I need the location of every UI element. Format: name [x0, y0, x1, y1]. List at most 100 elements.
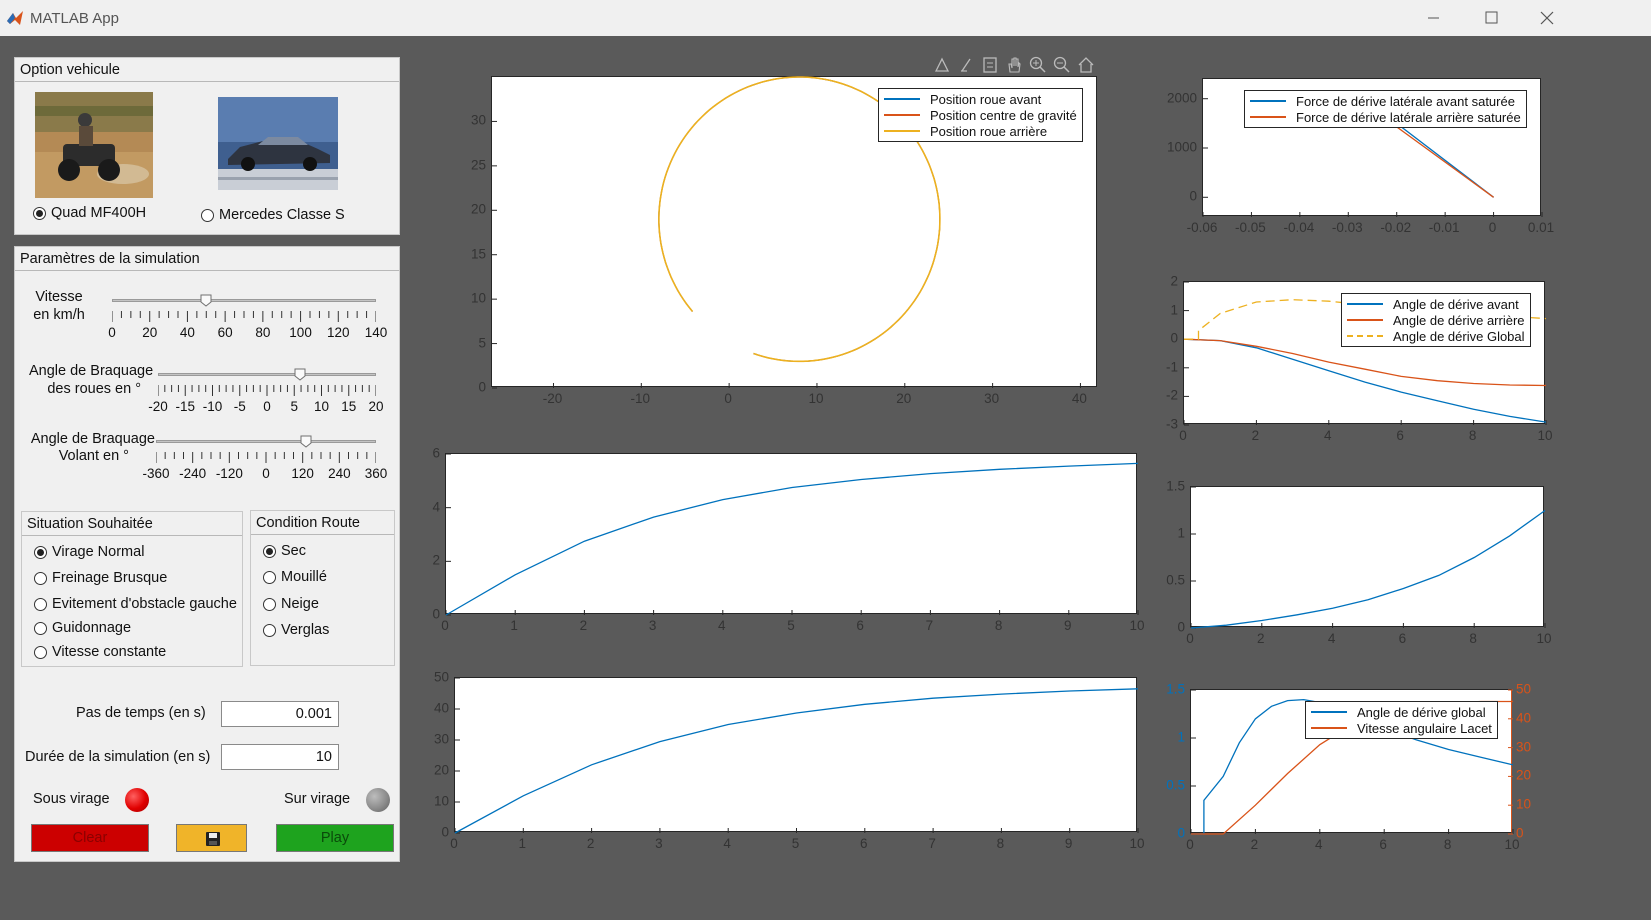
chart-legend: Angle de dérive avant Angle de dérive arr… — [1341, 293, 1531, 347]
road-option-label: Verglas — [281, 622, 330, 638]
y-tick-label: 0 — [1189, 188, 1197, 204]
oversteer-lamp — [366, 788, 390, 812]
series-line-0 — [1183, 338, 1547, 423]
y-tick-label: 0 — [478, 379, 486, 395]
y-tick-label: 5 — [478, 335, 486, 351]
quad-photo — [35, 92, 153, 198]
duration-field[interactable]: 10 — [221, 744, 339, 770]
road-radio-neige[interactable]: Neige — [263, 596, 319, 612]
x-tick-label: 5 — [787, 618, 795, 633]
road-panel-title: Condition Route — [251, 511, 394, 535]
legend-swatch — [1250, 116, 1286, 118]
y-tick-label: 4 — [432, 499, 440, 515]
vehicle-radio-mercedes[interactable]: Mercedes Classe S — [201, 207, 345, 223]
situation-radio-guidonnage[interactable]: Guidonnage — [34, 620, 131, 636]
slider-thumb[interactable] — [300, 435, 312, 448]
clear-button[interactable]: Clear — [31, 824, 149, 852]
home-icon[interactable] — [1076, 55, 1096, 75]
x-tick-label: 10 — [808, 391, 824, 406]
x-tick-label: 2 — [586, 836, 595, 851]
road-radio-sec[interactable]: Sec — [263, 543, 306, 559]
vehicle-radio-quad[interactable]: Quad MF400H — [33, 205, 146, 221]
slider-tick-label: -20 — [148, 399, 168, 414]
legend-swatch — [1347, 303, 1383, 305]
y-tick-label: -1 — [1165, 359, 1178, 375]
road-radio-mouille[interactable]: Mouillé — [263, 569, 327, 585]
maximize-icon[interactable] — [1476, 6, 1506, 30]
radio-indicator — [263, 597, 276, 611]
slider-tick-label: 5 — [290, 399, 299, 414]
legend-entry: Vitesse angulaire Lacet — [1311, 720, 1492, 736]
slider-tick-label: 80 — [255, 325, 271, 340]
pan-hand-icon[interactable] — [1004, 55, 1024, 75]
radio-indicator — [34, 571, 47, 585]
slider-thumb[interactable] — [200, 294, 212, 307]
axes-toolbar — [930, 55, 1100, 77]
steer-angle-slider[interactable]: -360 -240 -120 0 120 240 360 — [142, 435, 387, 485]
radio-indicator — [263, 623, 276, 637]
slider-tick-label: -15 — [175, 399, 196, 414]
wheel-angle-slider[interactable]: -20 -15 -10 -5 0 5 10 15 20 — [148, 368, 384, 418]
slider-tick-label: 0 — [263, 399, 271, 414]
x-tick-label: 10 — [1536, 631, 1552, 646]
legend-swatch — [1347, 319, 1383, 321]
speed-slider[interactable]: 0 20 40 60 80 100 120 140 — [108, 294, 387, 344]
oversteer-label: Sur virage — [284, 791, 351, 807]
situation-radio-evitement[interactable]: Evitement d'obstacle gauche — [34, 596, 237, 612]
y-right-tick-label: 50 — [1516, 681, 1532, 697]
chart-legend: Angle de dérive global Vitesse angulaire … — [1305, 701, 1498, 739]
wheel-angle-label-line2: des roues en ° — [47, 381, 141, 397]
understeer-label: Sous virage — [33, 791, 110, 807]
x-tick-label: -0.01 — [1428, 220, 1460, 235]
save-button[interactable] — [176, 824, 247, 852]
speed-label-line1: Vitesse — [35, 289, 83, 305]
y-tick-label: 2000 — [1166, 90, 1197, 106]
slider-tick-label: -240 — [179, 466, 207, 481]
plot-svg — [1190, 486, 1546, 629]
y-tick-label: 30 — [433, 731, 449, 747]
legend-swatch — [884, 114, 920, 116]
y-tick-label: 6 — [432, 445, 440, 461]
x-tick-label: -10 — [630, 391, 651, 406]
timestep-field[interactable]: 0.001 — [221, 701, 339, 727]
car-photo — [218, 97, 338, 190]
situation-radio-freinage-brusque[interactable]: Freinage Brusque — [34, 570, 167, 586]
x-tick-label: 6 — [860, 836, 868, 851]
minimize-icon[interactable] — [1418, 6, 1448, 30]
x-tick-label: 1 — [510, 618, 518, 633]
situation-radio-virage-normal[interactable]: Virage Normal — [34, 544, 144, 560]
brush-icon[interactable] — [956, 55, 976, 75]
y-tick-label: 50 — [433, 669, 449, 685]
y-tick-label: 0.5 — [1166, 777, 1185, 793]
export-icon[interactable] — [980, 55, 1000, 75]
y-tick-label: 0 — [432, 606, 440, 622]
x-tick-label: -0.04 — [1283, 220, 1315, 235]
play-button[interactable]: Play — [276, 824, 394, 852]
close-icon[interactable] — [1532, 6, 1562, 30]
zoom-in-icon[interactable] — [1028, 55, 1048, 75]
plot-svg — [454, 677, 1139, 834]
y-right-tick-label: 40 — [1516, 710, 1532, 726]
slider-tick-label: -120 — [215, 466, 243, 481]
y-tick-label: 2 — [432, 552, 440, 568]
x-tick-label: 1 — [518, 836, 527, 851]
situation-option-label: Vitesse constante — [52, 644, 167, 660]
slider-tick-label: 120 — [291, 466, 314, 481]
slider-thumb[interactable] — [294, 368, 306, 381]
legend-entry: Position centre de gravité — [884, 107, 1077, 123]
legend-label: Angle de dérive arrière — [1393, 312, 1525, 328]
y-tick-label: 1 — [1177, 729, 1185, 745]
x-tick-label: 0 — [1186, 837, 1194, 852]
zoom-out-icon[interactable] — [1052, 55, 1072, 75]
legend-entry: Angle de dérive avant — [1347, 296, 1525, 312]
situation-radio-vitesse-constante[interactable]: Vitesse constante — [34, 644, 166, 660]
x-tick-label: 6 — [1379, 837, 1387, 852]
road-radio-verglas[interactable]: Verglas — [263, 622, 329, 638]
slider-tick-label: 20 — [368, 399, 384, 414]
y-tick-label: 0 — [1170, 330, 1178, 346]
plot-svg — [445, 453, 1139, 616]
data-tips-icon[interactable] — [932, 55, 952, 75]
slider-tick-label: 240 — [328, 466, 351, 481]
speed-label-line2: en km/h — [33, 307, 85, 323]
y-right-tick-label: 0 — [1516, 825, 1524, 841]
